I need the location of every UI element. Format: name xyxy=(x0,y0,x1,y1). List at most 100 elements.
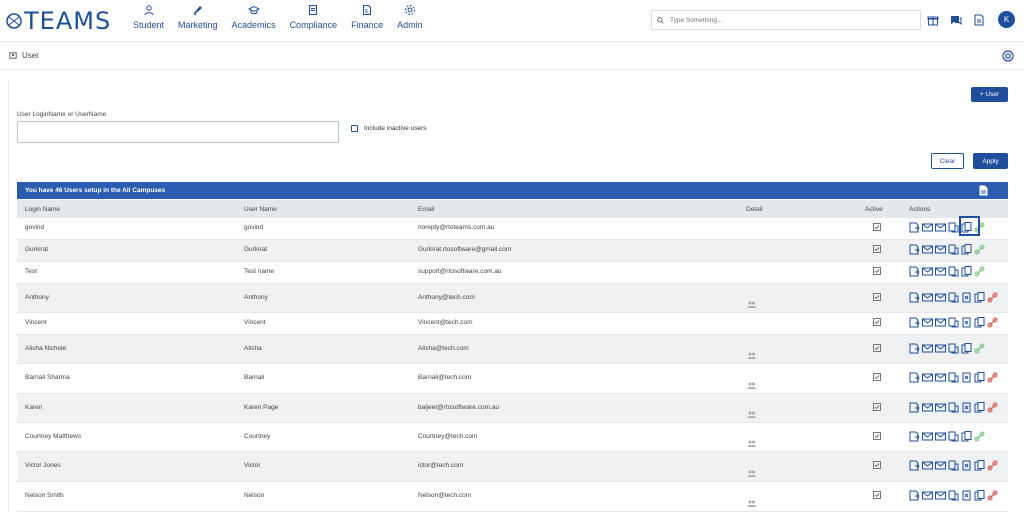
col-user-name[interactable]: User Name xyxy=(244,206,277,213)
help-lifebuoy-icon[interactable] xyxy=(1002,50,1014,62)
delete-icon[interactable] xyxy=(961,292,972,303)
table-row[interactable]: Karen Karen Page baljeet@rtosoftware.com.a… xyxy=(17,394,1008,423)
notes-icon[interactable] xyxy=(948,292,959,303)
link-icon[interactable] xyxy=(987,490,998,501)
link-icon[interactable] xyxy=(987,292,998,303)
nav-marketing[interactable]: Marketing xyxy=(171,4,225,30)
notes-icon[interactable] xyxy=(948,266,959,277)
table-row[interactable]: Vincent Vincent Vincent@tech.com xyxy=(17,313,1008,335)
table-row[interactable]: Gurkirat Gurkirat Gurkirat.rtosoftware@gma… xyxy=(17,240,1008,262)
mail-icon[interactable] xyxy=(922,372,933,383)
teams-logo[interactable]: TEAMS xyxy=(6,7,111,35)
email-icon[interactable] xyxy=(935,266,946,277)
copy-icon[interactable] xyxy=(974,292,985,303)
delete-icon[interactable] xyxy=(961,402,972,413)
mail-icon[interactable] xyxy=(922,490,933,501)
mail-icon[interactable] xyxy=(922,343,933,354)
col-active[interactable]: Active xyxy=(865,206,883,213)
detail-people-icon[interactable] xyxy=(747,470,756,477)
delete-icon[interactable] xyxy=(961,460,972,471)
table-row[interactable]: Anthony Anthony Anthony@tech.com xyxy=(17,284,1008,313)
add-user-button[interactable]: + User xyxy=(971,87,1008,102)
table-row[interactable]: Alisha Nichole Alisha Alisha@tech.com xyxy=(17,335,1008,364)
mail-icon[interactable] xyxy=(922,292,933,303)
copy-icon[interactable] xyxy=(974,317,985,328)
include-inactive-checkbox[interactable]: Include inactive users xyxy=(351,125,427,132)
assign-icon[interactable] xyxy=(909,317,920,328)
link-icon[interactable] xyxy=(987,402,998,413)
chat-icon[interactable] xyxy=(950,14,962,26)
detail-people-icon[interactable] xyxy=(747,411,756,418)
checkbox-box[interactable] xyxy=(351,125,358,132)
table-row[interactable]: Victor Jones Victor ictor@tech.com xyxy=(17,452,1008,482)
document-icon[interactable] xyxy=(973,14,985,26)
link-icon[interactable] xyxy=(974,431,985,442)
mail-icon[interactable] xyxy=(922,402,933,413)
assign-icon[interactable] xyxy=(909,244,920,255)
assign-icon[interactable] xyxy=(909,372,920,383)
copy-icon[interactable] xyxy=(974,372,985,383)
mail-icon[interactable] xyxy=(922,266,933,277)
delete-icon[interactable] xyxy=(961,372,972,383)
copy-icon[interactable] xyxy=(974,402,985,413)
detail-people-icon[interactable] xyxy=(747,500,756,507)
notes-icon[interactable] xyxy=(948,343,959,354)
nav-student[interactable]: Student xyxy=(126,4,171,30)
assign-icon[interactable] xyxy=(909,222,920,233)
gift-icon[interactable] xyxy=(927,14,939,26)
export-document-icon[interactable] xyxy=(979,185,988,196)
mail-icon[interactable] xyxy=(922,317,933,328)
nav-admin[interactable]: Admin xyxy=(390,4,430,30)
assign-icon[interactable] xyxy=(909,343,920,354)
copy-icon[interactable] xyxy=(974,460,985,471)
copy-icon[interactable] xyxy=(961,266,972,277)
search-input[interactable] xyxy=(670,16,910,24)
link-icon[interactable] xyxy=(974,244,985,255)
notes-icon[interactable] xyxy=(948,490,959,501)
notes-icon[interactable] xyxy=(948,317,959,328)
email-icon[interactable] xyxy=(935,222,946,233)
detail-people-icon[interactable] xyxy=(747,352,756,359)
nav-finance[interactable]: $ Finance xyxy=(344,4,390,30)
email-icon[interactable] xyxy=(935,292,946,303)
notes-icon[interactable] xyxy=(948,431,959,442)
notes-icon[interactable] xyxy=(948,244,959,255)
mail-icon[interactable] xyxy=(922,431,933,442)
copy-icon[interactable] xyxy=(974,490,985,501)
table-row[interactable]: govind govind noreply@rtoteams.com.au xyxy=(17,218,1008,240)
email-icon[interactable] xyxy=(935,343,946,354)
copy-icon[interactable] xyxy=(961,431,972,442)
assign-icon[interactable] xyxy=(909,266,920,277)
search-box[interactable] xyxy=(651,10,921,30)
link-icon[interactable] xyxy=(987,317,998,328)
email-icon[interactable] xyxy=(935,317,946,328)
delete-icon[interactable] xyxy=(961,317,972,328)
email-icon[interactable] xyxy=(935,490,946,501)
email-icon[interactable] xyxy=(935,372,946,383)
mail-icon[interactable] xyxy=(922,244,933,255)
mail-icon[interactable] xyxy=(922,460,933,471)
delete-icon[interactable] xyxy=(961,490,972,501)
table-row[interactable]: Barnali Sharma Barnali Barnali@tech.com xyxy=(17,364,1008,394)
notes-icon[interactable] xyxy=(948,402,959,413)
login-or-username-input[interactable] xyxy=(17,121,339,143)
copy-icon[interactable] xyxy=(961,343,972,354)
detail-people-icon[interactable] xyxy=(747,301,756,308)
col-email[interactable]: Email xyxy=(418,206,434,213)
assign-icon[interactable] xyxy=(909,292,920,303)
email-icon[interactable] xyxy=(935,244,946,255)
table-row[interactable]: Nelson Smith Nelson Nelson@tech.com xyxy=(17,482,1008,512)
notes-icon[interactable] xyxy=(948,460,959,471)
email-icon[interactable] xyxy=(935,431,946,442)
assign-icon[interactable] xyxy=(909,431,920,442)
assign-icon[interactable] xyxy=(909,460,920,471)
apply-button[interactable]: Apply xyxy=(973,153,1008,169)
email-icon[interactable] xyxy=(935,402,946,413)
email-icon[interactable] xyxy=(935,460,946,471)
nav-compliance[interactable]: Compliance xyxy=(283,4,345,30)
user-avatar[interactable]: K xyxy=(998,11,1015,28)
nav-academics[interactable]: Academics xyxy=(225,4,283,30)
col-login-name[interactable]: Login Name xyxy=(25,206,60,213)
notes-icon[interactable] xyxy=(948,372,959,383)
assign-icon[interactable] xyxy=(909,402,920,413)
